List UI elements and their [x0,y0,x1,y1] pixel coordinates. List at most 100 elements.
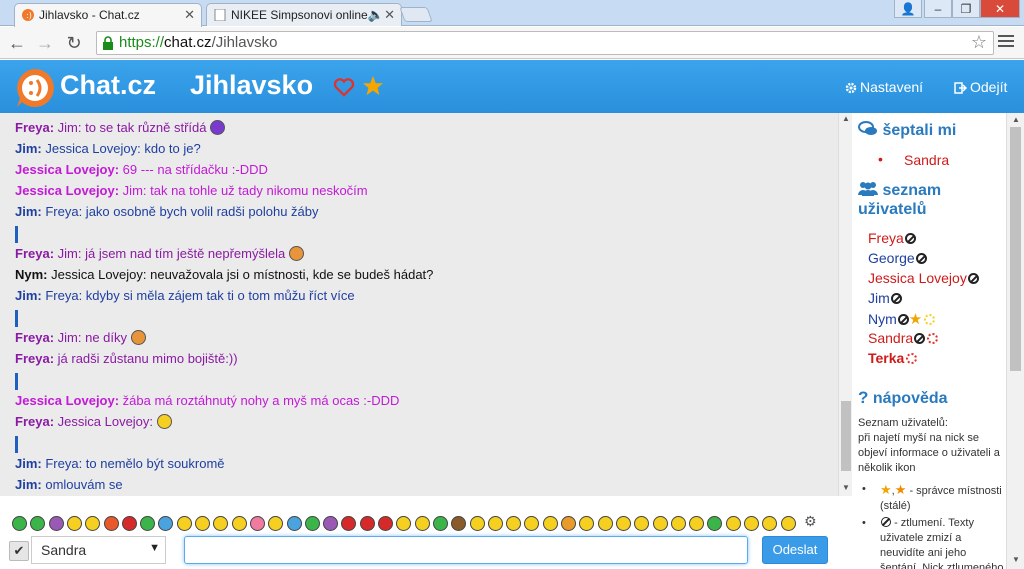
emoticon-icon[interactable] [213,516,229,531]
message-nick[interactable]: Nym: [15,267,48,282]
recipient-select[interactable]: Sandra ▼ [31,536,166,564]
minimize-icon[interactable]: – [924,0,952,18]
scroll-down-icon[interactable]: ▼ [1012,555,1020,564]
user-item[interactable]: Freya [868,230,916,246]
address-bar[interactable]: https://chat.cz/Jihlavsko ☆ [96,31,994,55]
close-window-icon[interactable]: ✕ [980,0,1020,18]
user-icon[interactable]: 👤 [894,0,922,18]
reload-icon[interactable]: ↻ [63,32,85,54]
sidebar-scrollbar[interactable]: ▲ ▼ [1006,113,1024,569]
logout-link[interactable]: Odejít [954,79,1007,95]
restore-icon[interactable]: ❐ [952,0,980,18]
user-item[interactable]: George [868,250,927,266]
emoticon-icon[interactable] [249,516,265,531]
emoticon-icon[interactable] [506,516,522,531]
emoticon-icon[interactable] [176,516,192,531]
scroll-up-icon[interactable]: ▲ [842,114,850,123]
message-nick[interactable]: Jim: [15,204,42,219]
emoticon-icon[interactable] [487,516,503,531]
emoticon-icon[interactable] [451,516,467,531]
back-icon[interactable]: ← [6,32,28,54]
tab-simpsonovi[interactable]: NIKEE Simpsonovi online 🔈✕ [206,3,402,26]
scroll-up-icon[interactable]: ▲ [1012,115,1020,124]
forward-icon[interactable]: → [34,32,56,54]
emoticon-icon[interactable] [304,516,320,531]
emoticon-icon[interactable] [286,516,302,531]
message-nick[interactable]: Freya: [15,330,54,345]
emoticon-icon[interactable] [48,516,64,531]
tab-close-icon[interactable]: ✕ [184,7,195,23]
emoticon-icon[interactable] [323,516,339,531]
emoticon-icon[interactable] [268,516,284,531]
bookmark-star-icon[interactable]: ☆ [971,32,987,53]
private-message-checkbox[interactable]: ✔ [9,541,29,561]
emoticon-icon[interactable] [359,516,375,531]
favorite-heart-icon[interactable] [333,77,355,97]
emoticon-icon[interactable] [524,516,540,531]
chat-logo-icon[interactable] [14,67,56,109]
emoticon-icon[interactable] [561,516,576,531]
emoticon-icon[interactable] [121,516,137,531]
message-nick[interactable]: Freya: [15,351,54,366]
emoticon-icon[interactable] [542,516,558,531]
emoticon-icon[interactable] [30,516,46,531]
browser-menu-icon[interactable] [998,35,1014,49]
emoticon-icon[interactable] [634,516,650,531]
tab-chat[interactable]: :) Jihlavsko - Chat.cz ✕ [14,3,202,27]
emoticon-icon[interactable] [158,516,174,531]
emoticon-icon[interactable] [689,516,705,531]
message-nick[interactable]: Jim: [15,477,42,492]
message-nick[interactable]: Jessica Lovejoy: [15,162,119,177]
user-item[interactable]: Jim [868,290,902,306]
emoticon-icon[interactable] [103,516,119,531]
chat-scroll-thumb[interactable] [841,401,851,471]
emoticon-icon[interactable] [615,516,631,531]
emoticon-icon[interactable] [12,516,27,531]
user-item[interactable]: Sandra [868,330,939,346]
send-button[interactable]: Odeslat [762,536,828,564]
new-tab-button[interactable] [399,7,433,22]
emoticon-icon[interactable] [195,516,210,531]
scroll-down-icon[interactable]: ▼ [842,483,850,492]
user-item[interactable]: Nym ★ [868,310,936,328]
message-nick[interactable]: Jim: [15,141,42,156]
room-star-icon[interactable] [362,75,384,97]
message-nick[interactable]: Jessica Lovejoy: [15,393,119,408]
emoticon-icon[interactable] [707,516,723,531]
emoticon-icon[interactable] [652,516,668,531]
user-item[interactable]: Terka [868,350,918,366]
settings-link[interactable]: Nastavení [845,79,923,95]
emoticon-icon[interactable] [597,516,613,531]
emoticon-icon[interactable] [579,516,595,531]
whispered-user[interactable]: • Sandra [878,151,949,168]
emoticon-icon[interactable] [396,516,412,531]
emoticon-icon[interactable] [469,516,485,531]
sidebar-scroll-thumb[interactable] [1010,127,1021,371]
message-nick[interactable]: Jessica Lovejoy: [15,183,119,198]
emoticon-icon[interactable] [414,516,430,531]
message-nick[interactable]: Jim: [15,288,42,303]
chat-message-area[interactable]: Freya: Jim: to se tak různě střídá Jim: J… [0,113,838,496]
brand-name[interactable]: Chat.cz [60,70,156,101]
message-input[interactable] [184,536,748,564]
emoticon-icon[interactable] [378,516,393,531]
emoticon-icon[interactable] [66,516,82,531]
emoticon-icon[interactable] [341,516,357,531]
emoticon-icon[interactable] [762,516,778,531]
message-nick[interactable]: Freya: [15,414,54,429]
tab-audio-close-icon[interactable]: 🔈✕ [368,7,395,23]
chat-scrollbar[interactable]: ▲ ▼ [838,113,852,496]
emoticon-icon[interactable] [432,516,448,531]
emoticon-icon[interactable] [231,516,247,531]
emoticon-icon[interactable] [725,516,741,531]
emoticon-settings-gear-icon[interactable]: ⚙ [804,513,817,530]
message-nick[interactable]: Jim: [15,456,42,471]
emoticon-icon[interactable] [85,516,101,531]
message-nick[interactable]: Freya: [15,120,54,135]
emoticon-icon[interactable] [780,516,796,531]
emoticon-icon[interactable] [670,516,686,531]
emoticon-icon[interactable] [140,516,156,531]
message-nick[interactable]: Freya: [15,246,54,261]
user-item[interactable]: Jessica Lovejoy [868,270,979,286]
emoticon-icon[interactable] [744,516,759,531]
